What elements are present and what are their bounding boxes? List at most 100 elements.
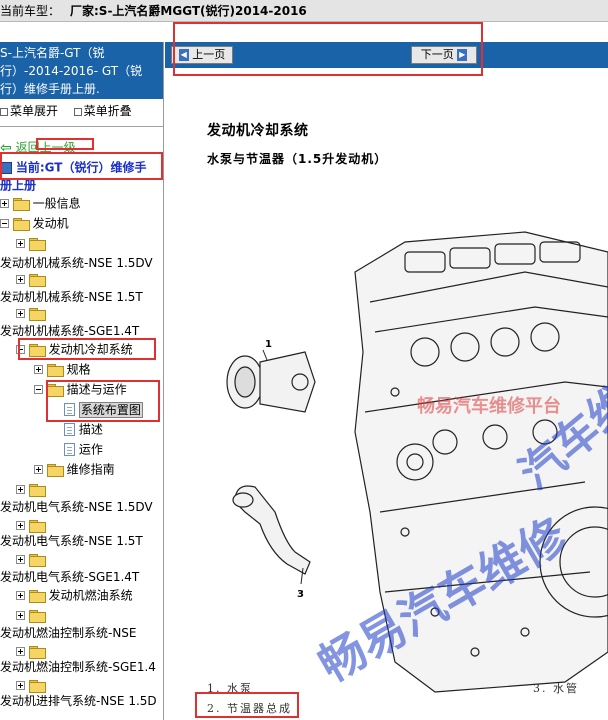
tree-item-label: 规格 — [66, 362, 91, 377]
next-page-label: 下一页 — [420, 48, 454, 61]
tree-item-label: 维修指南 — [66, 462, 115, 477]
tree-item-label[interactable]: 发动机电气系统-NSE 1.5T — [0, 532, 143, 550]
expand-toggle-icon[interactable] — [16, 591, 25, 600]
folder-icon — [46, 463, 64, 477]
tree-item-label: 描述与运作 — [66, 382, 127, 397]
expand-toggle-icon[interactable] — [16, 681, 25, 690]
document-subheading: 水泵与节温器（1.5升发动机） — [207, 152, 388, 166]
folder-open-icon — [46, 383, 64, 397]
expand-toggle-icon[interactable] — [16, 275, 25, 284]
expand-menu-button[interactable]: 菜单展开 — [10, 104, 58, 118]
title-bar: 当前车型： 厂家:S-上汽名爵MGGT(锐行)2014-2016 — [0, 0, 608, 22]
tree-item[interactable]: 发动机 — [0, 214, 69, 232]
manual-tree-panel: S-上汽名爵-GT（锐 行）-2014-2016- GT（锐 行）维修手册上册.… — [0, 42, 164, 720]
document-viewer: ◀ 上一页 下一页 ▶ 发动机冷却系统 水泵与节温器（1.5升发动机） 1 3 … — [165, 22, 608, 720]
tree-item[interactable] — [16, 550, 46, 568]
tree-item-label: 描述 — [78, 422, 103, 437]
callout-3: 3 — [297, 589, 304, 600]
folder-icon — [28, 307, 46, 321]
folder-icon — [28, 237, 46, 251]
current-manual-label: 当前:GT（锐行）维修手 — [15, 160, 147, 175]
watermark-small: 畅易汽车维修平台 — [417, 396, 561, 417]
tree-item-label[interactable]: 发动机燃油控制系统-NSE — [0, 624, 137, 642]
tree-item[interactable] — [16, 606, 46, 624]
folder-open-icon — [28, 343, 46, 357]
caption-thermostat: 2. 节温器总成 — [207, 702, 292, 715]
prev-page-button[interactable]: ◀ 上一页 — [171, 46, 233, 64]
current-manual-label-cont: 册上册 — [0, 178, 37, 193]
document-icon — [64, 443, 75, 456]
folder-icon — [28, 519, 46, 533]
tree-item-label[interactable]: 发动机进排气系统-NSE 1.5D — [0, 692, 157, 710]
expand-toggle-icon[interactable] — [16, 521, 25, 530]
back-link-row[interactable]: ⇦ 返回上一级 — [0, 138, 76, 156]
tree-item[interactable]: 规格 — [34, 360, 91, 378]
tree-item-label: 发动机冷却系统 — [48, 342, 133, 357]
folder-icon — [12, 197, 30, 211]
tree-item-label[interactable]: 发动机电气系统-SGE1.4T — [0, 568, 139, 586]
tree-item-system-layout[interactable]: 系统布置图 — [64, 400, 143, 418]
folder-open-icon — [12, 217, 30, 231]
current-manual-row-cont: 册上册 — [0, 176, 36, 194]
expand-toggle-icon[interactable] — [16, 647, 25, 656]
collapse-toggle-icon[interactable] — [34, 385, 43, 394]
tree-item[interactable]: 描述 — [64, 420, 103, 438]
folder-icon — [28, 273, 46, 287]
tree-item[interactable]: 一般信息 — [0, 194, 81, 212]
tree-item-label: 系统布置图 — [78, 401, 143, 418]
collapse-icon — [73, 107, 82, 116]
expand-icon — [0, 107, 8, 116]
expand-toggle-icon[interactable] — [16, 485, 25, 494]
manual-title-line: S-上汽名爵-GT（锐 — [0, 46, 105, 60]
expand-toggle-icon[interactable] — [0, 199, 9, 208]
tree-item-label[interactable]: 发动机燃油控制系统-SGE1.4 — [0, 658, 156, 676]
tree-item-label: 运作 — [78, 442, 103, 457]
prev-page-label: 上一页 — [192, 48, 226, 61]
tree-item-label[interactable]: 发动机电气系统-NSE 1.5DV — [0, 498, 153, 516]
expand-toggle-icon[interactable] — [16, 309, 25, 318]
tree-item[interactable]: 维修指南 — [34, 460, 115, 478]
expand-toggle-icon[interactable] — [34, 365, 43, 374]
page-nav-bar: ◀ 上一页 下一页 ▶ — [165, 42, 608, 68]
current-manual-row: 当前:GT（锐行）维修手 — [0, 158, 146, 176]
folder-icon — [28, 645, 46, 659]
back-link[interactable]: 返回上一级 — [16, 141, 76, 155]
tree-item[interactable] — [16, 234, 46, 252]
folder-icon — [46, 363, 64, 377]
document-heading: 发动机冷却系统 — [207, 123, 309, 139]
manual-title-line: 行）维修手册上册. — [0, 82, 100, 96]
folder-icon — [28, 609, 46, 623]
folder-icon — [28, 483, 46, 497]
back-arrow-icon: ⇦ — [0, 139, 12, 156]
tree-item-cooling-system[interactable]: 发动机冷却系统 — [16, 340, 133, 358]
tree-item[interactable] — [16, 270, 46, 288]
tree-item[interactable] — [16, 304, 46, 322]
right-arrow-icon: ▶ — [457, 49, 468, 61]
left-arrow-icon: ◀ — [178, 49, 189, 61]
tree-item-description-operation[interactable]: 描述与运作 — [34, 380, 127, 398]
book-icon — [0, 161, 12, 174]
expand-toggle-icon[interactable] — [34, 465, 43, 474]
document-icon — [64, 403, 75, 416]
collapse-toggle-icon[interactable] — [16, 345, 25, 354]
tree-item-label: 发动机 — [32, 216, 69, 231]
next-page-button[interactable]: 下一页 ▶ — [411, 46, 477, 64]
expand-toggle-icon[interactable] — [16, 555, 25, 564]
tree-item-label[interactable]: 发动机机械系统-SGE1.4T — [0, 322, 139, 340]
document-icon — [64, 423, 75, 436]
expand-toggle-icon[interactable] — [16, 239, 25, 248]
folder-icon — [28, 679, 46, 693]
tree-item[interactable]: 运作 — [64, 440, 103, 458]
collapse-menu-button[interactable]: 菜单折叠 — [84, 104, 132, 118]
tree-item-label: 发动机燃油系统 — [48, 588, 133, 603]
current-model-value: 厂家:S-上汽名爵MGGT(锐行)2014-2016 — [70, 4, 307, 18]
tree-item[interactable] — [16, 480, 46, 498]
current-model-label: 当前车型： — [0, 4, 61, 18]
tree-item[interactable]: 发动机燃油系统 — [16, 586, 133, 604]
tree-controls: 菜单展开 菜单折叠 — [0, 102, 163, 122]
divider — [0, 126, 163, 127]
callout-1: 1 — [265, 339, 272, 350]
manual-title: S-上汽名爵-GT（锐 行）-2014-2016- GT（锐 行）维修手册上册. — [0, 42, 163, 99]
expand-toggle-icon[interactable] — [16, 611, 25, 620]
collapse-toggle-icon[interactable] — [0, 219, 9, 228]
